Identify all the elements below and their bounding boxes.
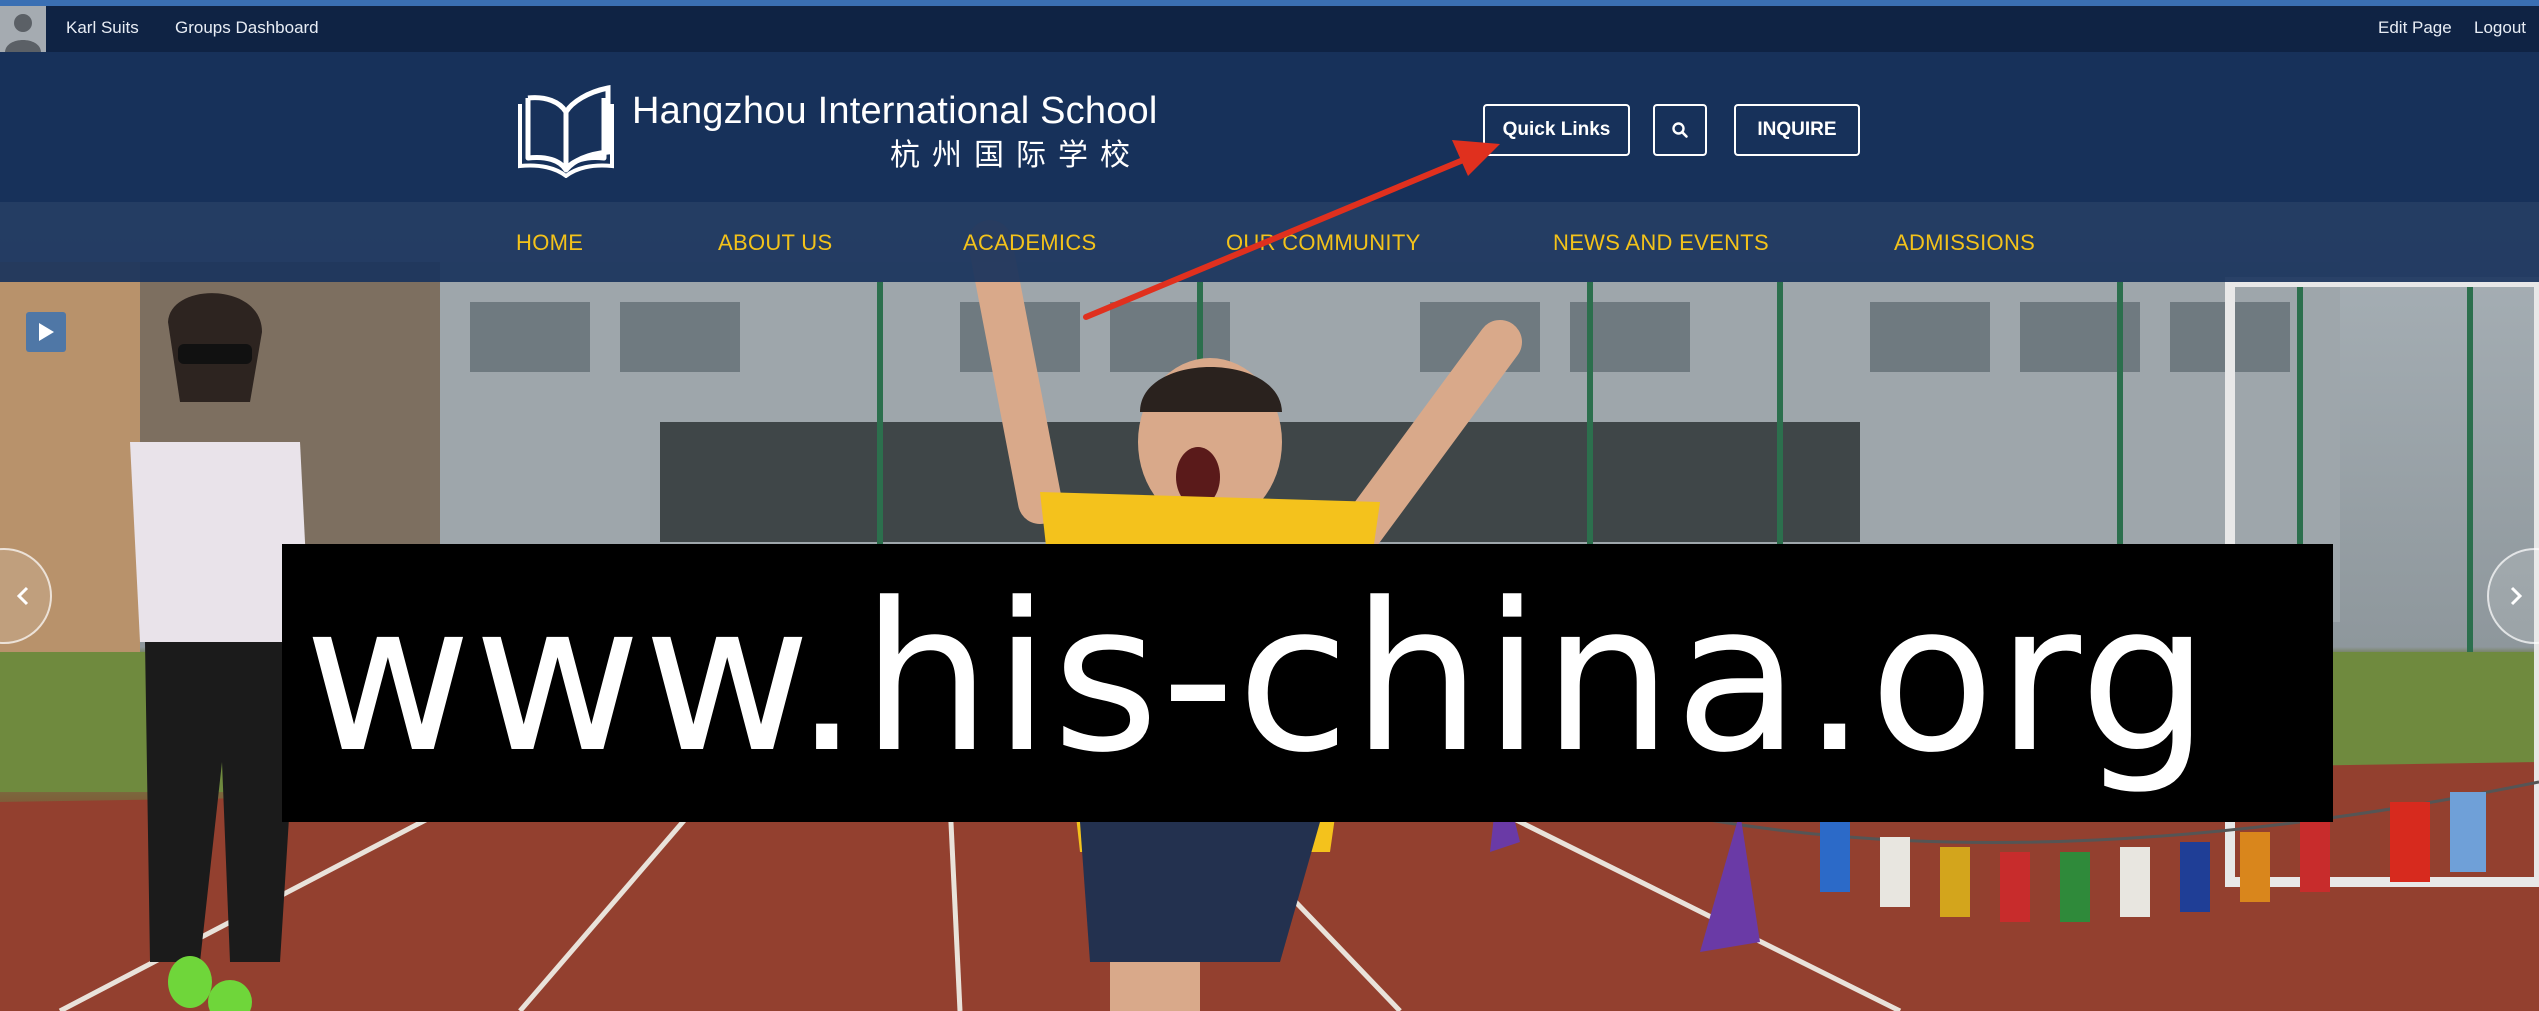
nav-item-academics[interactable]: ACADEMICS [963,230,1097,256]
search-button[interactable] [1653,104,1707,156]
url-text: www.his-china.org [304,560,2212,798]
nav-item-about-us[interactable]: ABOUT US [718,230,832,256]
admin-bar: Karl Suits Groups Dashboard Edit Page Lo… [0,0,2539,52]
edit-page-link[interactable]: Edit Page [2378,18,2452,38]
chevron-right-icon [2510,586,2523,606]
groups-dashboard-link[interactable]: Groups Dashboard [175,18,319,38]
school-name-chinese: 杭州国际学校 [890,139,1142,172]
nav-item-home[interactable]: HOME [516,230,583,256]
site-header: Hangzhou International School 杭州国际学校 Qui… [0,52,2539,202]
nav-item-our-community[interactable]: OUR COMMUNITY [1226,230,1421,256]
chevron-left-icon [16,586,29,606]
user-silhouette-icon [0,6,46,52]
page: Karl Suits Groups Dashboard Edit Page Lo… [0,0,2539,1011]
user-name-link[interactable]: Karl Suits [66,18,139,38]
logout-link[interactable]: Logout [2474,18,2526,38]
open-book-logo-icon[interactable] [516,82,616,179]
main-navigation: HOME ABOUT US ACADEMICS OUR COMMUNITY NE… [0,202,2539,282]
inquire-button[interactable]: INQUIRE [1734,104,1860,156]
slideshow-play-button[interactable] [26,312,66,352]
nav-item-news-and-events[interactable]: NEWS AND EVENTS [1553,230,1769,256]
search-icon [1672,122,1688,138]
url-overlay-banner: www.his-china.org [282,544,2333,822]
school-name[interactable]: Hangzhou International School [632,90,1158,133]
nav-item-admissions[interactable]: ADMISSIONS [1894,230,2035,256]
play-icon [39,323,54,341]
quick-links-button[interactable]: Quick Links [1483,104,1630,156]
avatar[interactable] [0,6,46,52]
